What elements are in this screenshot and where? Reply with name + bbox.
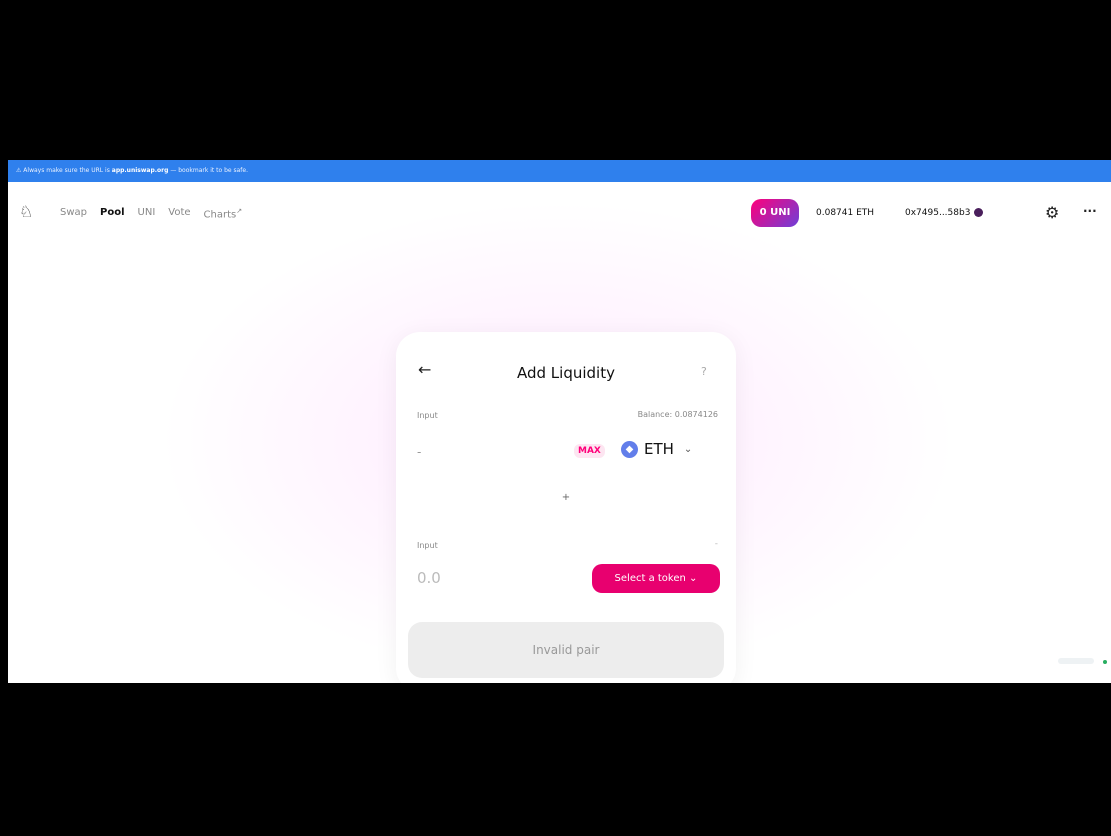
phishing-warning-url[interactable]: app.uniswap.org bbox=[112, 167, 169, 174]
uni-balance-button[interactable]: 0 UNI bbox=[751, 199, 799, 227]
nav-charts[interactable]: Charts↗ bbox=[204, 207, 243, 220]
ether-icon: ◆ bbox=[621, 440, 638, 458]
nav-uni[interactable]: UNI bbox=[138, 207, 156, 220]
plus-icon: + bbox=[561, 492, 571, 503]
external-link-icon: ↗ bbox=[236, 207, 243, 215]
amount-input[interactable]: - bbox=[417, 445, 421, 459]
page-title: Add Liquidity bbox=[517, 364, 615, 382]
video-letterbox-top bbox=[0, 0, 1111, 160]
select-token-label: Select a token bbox=[614, 573, 686, 584]
add-liquidity-card: ← Add Liquidity ? Input Balance: 0.08741… bbox=[396, 332, 736, 683]
balance-placeholder: - bbox=[714, 539, 718, 549]
phishing-warning-bar: ⚠ Always make sure the URL is app.uniswa… bbox=[8, 160, 1111, 182]
amount-input-second[interactable]: 0.0 bbox=[417, 569, 441, 587]
status-indicator bbox=[1058, 658, 1094, 664]
chevron-down-icon: ⌄ bbox=[689, 573, 698, 584]
nav-pool[interactable]: Pool bbox=[100, 207, 125, 220]
nav-vote[interactable]: Vote bbox=[168, 207, 190, 220]
eth-balance: 0.08741 ETH bbox=[816, 208, 875, 218]
video-letterbox-bottom bbox=[0, 683, 1111, 836]
identicon bbox=[974, 208, 984, 217]
network-status-dot bbox=[1103, 660, 1107, 664]
balance-text: Balance: 0.0874126 bbox=[637, 410, 718, 419]
phishing-warning-bookmark: — bookmark it to be safe. bbox=[170, 167, 249, 174]
wallet-address-button[interactable]: 0x7495...58b3 bbox=[905, 208, 984, 218]
token-symbol: ETH bbox=[644, 440, 674, 458]
phishing-warning-text: Always make sure the URL is bbox=[23, 167, 110, 174]
chevron-down-icon: ⌄ bbox=[683, 443, 693, 455]
gear-icon[interactable]: ⚙ bbox=[1045, 203, 1059, 222]
input-label-second: Input bbox=[417, 541, 438, 550]
app-header: ♘ Swap Pool UNI Vote Charts↗ 0 UNI 0.087… bbox=[8, 182, 1111, 242]
select-token-button[interactable]: Select a token ⌄ bbox=[592, 564, 720, 593]
max-button[interactable]: MAX bbox=[574, 444, 605, 458]
browser-viewport: ⚠ Always make sure the URL is app.uniswa… bbox=[8, 160, 1111, 683]
token-select-eth[interactable]: ◆ ETH ⌄ bbox=[621, 440, 692, 458]
wallet-address: 0x7495...58b3 bbox=[905, 208, 971, 218]
nav-swap[interactable]: Swap bbox=[60, 207, 87, 220]
unicorn-icon[interactable]: ♘ bbox=[19, 202, 33, 221]
main-nav: Swap Pool UNI Vote Charts↗ bbox=[60, 207, 242, 220]
dots-icon[interactable]: ··· bbox=[1083, 204, 1097, 218]
input-label: Input bbox=[417, 411, 438, 420]
nav-charts-label: Charts bbox=[203, 209, 237, 221]
submit-button[interactable]: Invalid pair bbox=[408, 622, 724, 678]
question-icon[interactable]: ? bbox=[701, 365, 707, 378]
